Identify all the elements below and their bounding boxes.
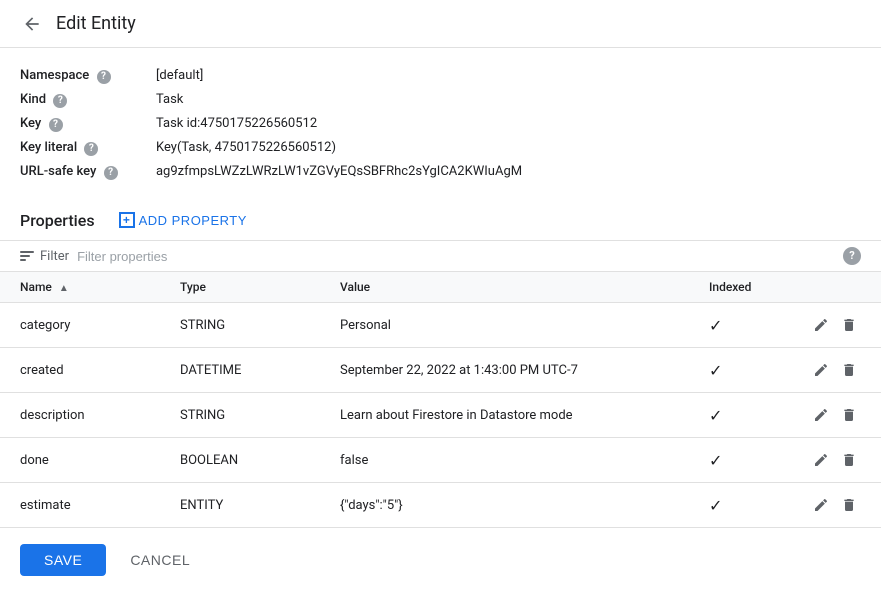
prop-type: STRING [160,393,320,438]
prop-value: September 22, 2022 at 1:43:00 PM UTC-7 [320,348,689,393]
indexed-checkmark: ✓ [709,406,722,425]
info-label: URL-safe key ? [20,160,156,184]
indexed-checkmark: ✓ [709,451,722,470]
prop-name: done [0,438,160,483]
add-property-label: ADD PROPERTY [139,213,247,228]
prop-name: category [0,303,160,348]
prop-indexed: ✓ [689,348,789,393]
info-row: Key ? Task id:4750175226560512 [20,112,580,136]
actions-cell [809,403,861,427]
prop-value: {"days":"5"} [320,483,689,528]
help-icon[interactable]: ? [84,142,98,156]
help-icon[interactable]: ? [53,94,67,108]
save-button[interactable]: SAVE [20,544,106,576]
prop-type: ENTITY [160,483,320,528]
info-row: Kind ? Task [20,88,580,112]
prop-value: Personal [320,303,689,348]
col-indexed: Indexed [689,272,789,303]
filter-input[interactable] [77,249,835,264]
prop-actions [789,393,881,438]
col-value: Value [320,272,689,303]
prop-name: created [0,348,160,393]
prop-indexed: ✓ [689,438,789,483]
info-row: Key literal ? Key(Task, 4750175226560512… [20,136,580,160]
prop-value: false [320,438,689,483]
info-label: Namespace ? [20,64,156,88]
col-name: Name ▲ [0,272,160,303]
actions-cell [809,358,861,382]
properties-title: Properties [20,211,95,230]
info-row: URL-safe key ? ag9zfmpsLWZzLWRzLW1vZGVyE… [20,160,580,184]
help-icon[interactable]: ? [49,118,63,132]
add-icon: + [119,212,135,228]
info-label: Key ? [20,112,156,136]
indexed-checkmark: ✓ [709,316,722,335]
help-icon[interactable]: ? [97,70,111,84]
cancel-button[interactable]: CANCEL [122,544,198,576]
prop-name: description [0,393,160,438]
prop-actions [789,438,881,483]
prop-indexed: ✓ [689,483,789,528]
edit-button[interactable] [809,493,833,517]
filter-label-group: Filter [20,249,69,264]
table-row: estimate ENTITY {"days":"5"} ✓ [0,483,881,528]
prop-type: BOOLEAN [160,438,320,483]
entity-info-table: Namespace ? [default] Kind ? Task Key ? … [20,64,580,184]
entity-info-section: Namespace ? [default] Kind ? Task Key ? … [0,48,881,192]
info-value: [default] [156,64,580,88]
prop-value: Learn about Firestore in Datastore mode [320,393,689,438]
back-button[interactable] [16,8,48,40]
page-title: Edit Entity [56,13,136,34]
delete-button[interactable] [837,358,861,382]
header: Edit Entity [0,0,881,48]
filter-label: Filter [40,249,69,264]
table-row: category STRING Personal ✓ [0,303,881,348]
filter-icon [20,251,34,261]
prop-indexed: ✓ [689,303,789,348]
actions-cell [809,493,861,517]
indexed-checkmark: ✓ [709,361,722,380]
delete-button[interactable] [837,493,861,517]
prop-actions [789,483,881,528]
prop-type: STRING [160,303,320,348]
properties-table: Name ▲ Type Value Indexed category STRIN… [0,272,881,528]
info-value: Task id:4750175226560512 [156,112,580,136]
actions-cell [809,313,861,337]
table-row: description STRING Learn about Firestore… [0,393,881,438]
indexed-checkmark: ✓ [709,496,722,515]
delete-button[interactable] [837,313,861,337]
properties-header: Properties + ADD PROPERTY [0,192,881,240]
info-value: Key(Task, 4750175226560512) [156,136,580,160]
sort-arrow-icon[interactable]: ▲ [59,283,69,294]
info-row: Namespace ? [default] [20,64,580,88]
prop-actions [789,348,881,393]
col-actions [789,272,881,303]
actions-cell [809,448,861,472]
filter-bar: Filter ? [0,240,881,272]
delete-button[interactable] [837,448,861,472]
edit-button[interactable] [809,313,833,337]
add-property-button[interactable]: + ADD PROPERTY [111,208,255,232]
prop-actions [789,303,881,348]
prop-name: estimate [0,483,160,528]
col-type: Type [160,272,320,303]
prop-indexed: ✓ [689,393,789,438]
table-header-row: Name ▲ Type Value Indexed [0,272,881,303]
delete-button[interactable] [837,403,861,427]
info-value: ag9zfmpsLWZzLWRzLW1vZGVyEQsSBFRhc2sYgICA… [156,160,580,184]
table-row: created DATETIME September 22, 2022 at 1… [0,348,881,393]
footer: SAVE CANCEL [0,528,881,592]
info-label: Kind ? [20,88,156,112]
info-label: Key literal ? [20,136,156,160]
filter-help-icon[interactable]: ? [843,247,861,265]
info-value: Task [156,88,580,112]
help-icon[interactable]: ? [104,166,118,180]
edit-button[interactable] [809,358,833,382]
table-row: done BOOLEAN false ✓ [0,438,881,483]
prop-type: DATETIME [160,348,320,393]
edit-button[interactable] [809,403,833,427]
edit-button[interactable] [809,448,833,472]
